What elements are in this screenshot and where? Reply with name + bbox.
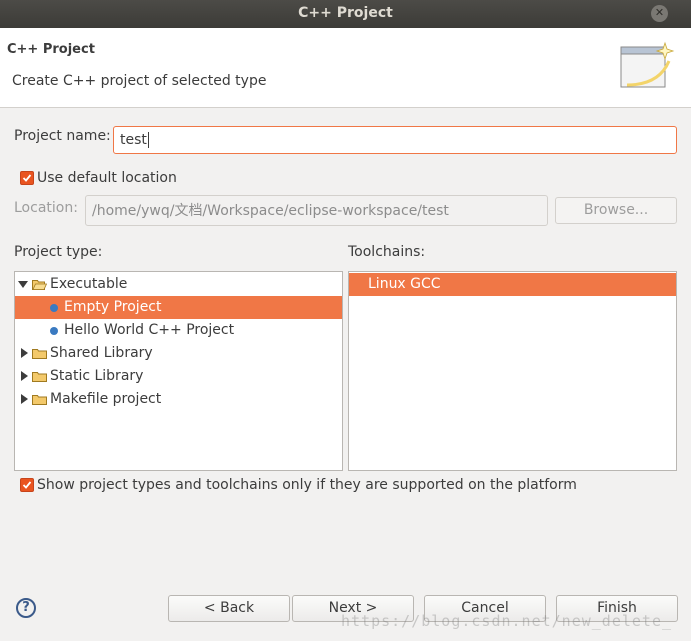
close-icon: ✕ [654,6,665,19]
collapse-arrow-icon[interactable] [21,371,28,381]
tree-item-static-library[interactable]: Static Library [15,365,342,388]
project-name-label: Project name: [14,128,111,144]
checkmark-icon [22,481,32,489]
folder-icon [32,349,47,359]
tree-item-executable[interactable]: Executable [15,273,342,296]
wizard-description: Create C++ project of selected type [12,73,267,89]
show-supported-only-checkbox[interactable] [20,478,34,492]
tree-item-label: Shared Library [50,345,153,361]
project-type-label: Project type: [14,244,103,260]
collapse-arrow-icon[interactable] [21,394,28,404]
close-window-button[interactable]: ✕ [651,5,668,22]
tree-item-hello-world[interactable]: Hello World C++ Project [15,319,342,342]
location-input[interactable]: /home/ywq/文档/Workspace/eclipse-workspace… [85,195,548,226]
project-type-tree[interactable]: Executable Empty Project Hello World C++… [14,271,343,471]
tree-item-shared-library[interactable]: Shared Library [15,342,342,365]
tree-item-label: Static Library [50,368,144,384]
folder-icon [32,372,47,382]
back-button[interactable]: < Back [168,595,290,622]
window-titlebar: C++ Project ✕ [0,0,691,28]
use-default-location-checkbox[interactable] [20,171,34,185]
wizard-header: C++ Project Create C++ project of select… [0,28,691,108]
watermark-text: https://blog.csdn.net/new_delete_ [341,612,673,630]
toolchain-item-label: Linux GCC [368,276,441,292]
toolchains-list[interactable]: Linux GCC [348,271,677,471]
project-template-icon [50,327,58,335]
tree-item-label: Empty Project [64,299,162,315]
expand-arrow-icon[interactable] [18,281,28,288]
tree-item-empty-project[interactable]: Empty Project [15,296,342,319]
show-supported-only-label: Show project types and toolchains only i… [37,477,577,493]
use-default-location-label: Use default location [37,170,177,186]
tree-item-label: Executable [50,276,128,292]
help-icon: ? [22,600,30,615]
project-name-input[interactable]: test [113,126,677,154]
new-project-wizard-icon [620,41,675,88]
checkmark-icon [22,174,32,182]
tree-item-label: Makefile project [50,391,162,407]
browse-button[interactable]: Browse... [555,197,677,224]
toolchains-label: Toolchains: [348,244,426,260]
folder-open-icon [32,280,47,290]
collapse-arrow-icon[interactable] [21,348,28,358]
wizard-title: C++ Project [7,42,95,57]
project-name-value: test [120,132,147,148]
project-template-icon [50,304,58,312]
help-button[interactable]: ? [16,598,36,618]
location-label: Location: [14,200,78,216]
toolchain-item-linux-gcc[interactable]: Linux GCC [349,273,676,296]
tree-item-label: Hello World C++ Project [64,322,235,338]
window-title: C++ Project [298,5,393,21]
tree-item-makefile-project[interactable]: Makefile project [15,388,342,411]
folder-icon [32,395,47,405]
